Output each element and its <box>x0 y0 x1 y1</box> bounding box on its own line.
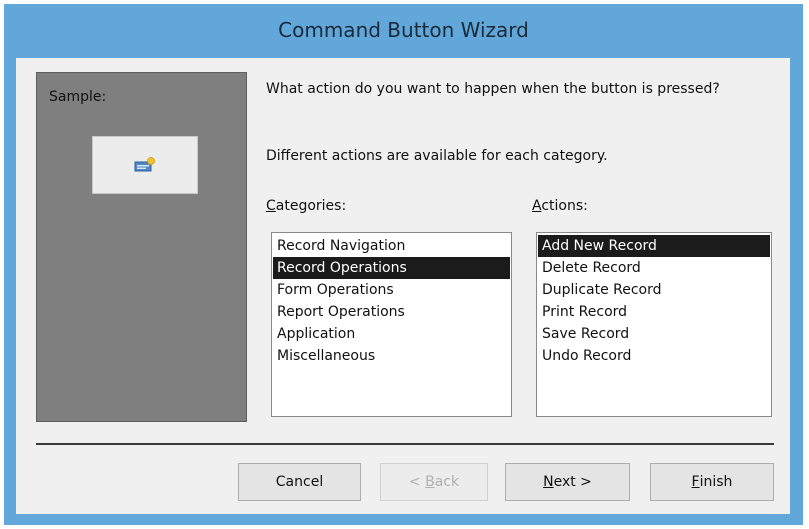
next-button-mnemonic: N <box>543 474 554 490</box>
category-list-item[interactable]: Application <box>273 323 510 345</box>
next-button-rest: ext > <box>553 474 592 490</box>
next-button[interactable]: Next > <box>505 463 630 501</box>
actions-label-mnemonic: A <box>532 198 542 214</box>
actions-label-rest: ctions: <box>541 198 588 214</box>
title-bar: Command Button Wizard <box>4 4 803 56</box>
action-list-item[interactable]: Duplicate Record <box>538 279 770 301</box>
category-list-item[interactable]: Miscellaneous <box>273 345 510 367</box>
sample-label: Sample: <box>49 89 107 105</box>
sample-panel: Sample: <box>36 72 247 422</box>
action-list-item[interactable]: Delete Record <box>538 257 770 279</box>
action-list-item[interactable]: Print Record <box>538 301 770 323</box>
back-button-rest: ack <box>434 474 460 490</box>
wizard-info: Different actions are available for each… <box>266 148 608 164</box>
category-list-item[interactable]: Record Navigation <box>273 235 510 257</box>
back-button[interactable]: < Back <box>380 463 488 501</box>
action-list-item[interactable]: Undo Record <box>538 345 770 367</box>
separator <box>36 443 774 445</box>
cancel-button[interactable]: Cancel <box>238 463 361 501</box>
category-list-item[interactable]: Report Operations <box>273 301 510 323</box>
finish-button[interactable]: Finish <box>650 463 774 501</box>
wizard-client-area: Sample: What action do you want to happe… <box>16 58 790 514</box>
categories-label-mnemonic: C <box>266 198 276 214</box>
sample-preview-button <box>92 136 198 194</box>
actions-listbox[interactable]: Add New Record Delete Record Duplicate Rec… <box>536 232 772 417</box>
categories-label-rest: ategories: <box>275 198 347 214</box>
categories-listbox[interactable]: Record Navigation Record Operations Form O… <box>271 232 512 417</box>
wizard-question: What action do you want to happen when t… <box>266 81 720 97</box>
window-title: Command Button Wizard <box>278 18 529 42</box>
categories-label: Categories: <box>266 198 346 214</box>
action-list-item[interactable]: Save Record <box>538 323 770 345</box>
category-list-item[interactable]: Record Operations <box>273 257 510 279</box>
category-list-item[interactable]: Form Operations <box>273 279 510 301</box>
back-button-mnemonic: B <box>425 474 435 490</box>
back-button-prefix: < <box>408 474 426 490</box>
actions-label: Actions: <box>532 198 588 214</box>
finish-button-mnemonic: F <box>691 474 700 490</box>
action-list-item[interactable]: Add New Record <box>538 235 770 257</box>
finish-button-rest: inish <box>699 474 733 490</box>
wizard-window: Command Button Wizard Sample: What actio… <box>4 4 803 525</box>
new-record-icon <box>134 157 155 172</box>
